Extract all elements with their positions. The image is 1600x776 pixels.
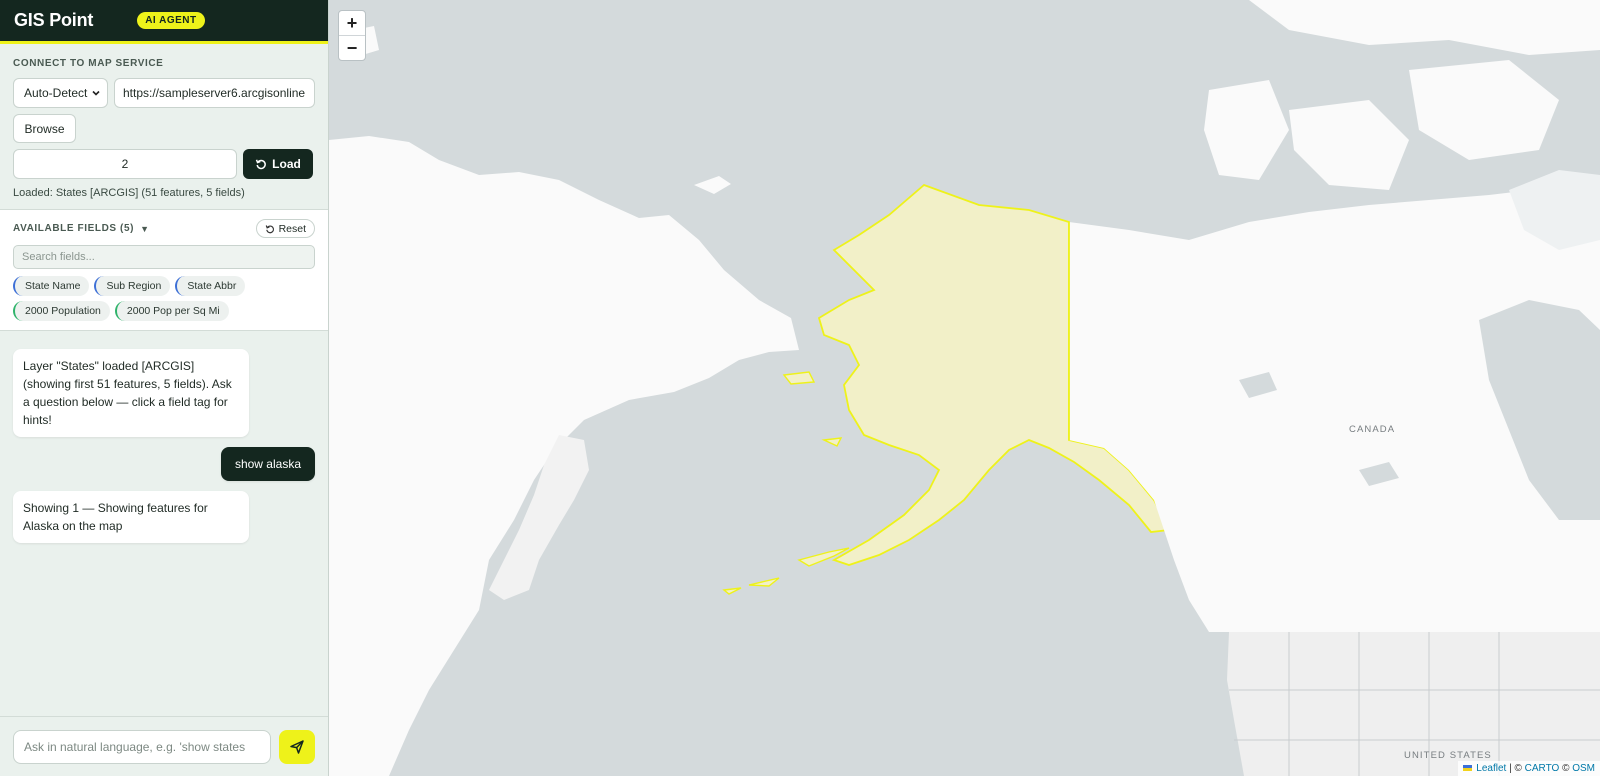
composer: Ask in natural language, e.g. 'show stat… <box>0 716 328 776</box>
field-tag[interactable]: State Name <box>13 276 90 296</box>
copyright-symbol: © <box>1562 763 1570 774</box>
attribution-separator: | <box>1509 763 1512 774</box>
fields-section-label: AVAILABLE FIELDS (5) <box>13 223 135 234</box>
copyright-symbol: © <box>1514 763 1522 774</box>
app-title: GIS Point <box>14 10 94 30</box>
connect-section-label: CONNECT TO MAP SERVICE <box>13 58 164 69</box>
layer-index-input[interactable]: 2 <box>13 149 237 179</box>
reload-icon <box>255 159 267 170</box>
assistant-message: Layer "States" loaded [ARCGIS] (showing … <box>13 349 249 437</box>
service-type-value: Auto-Detect <box>24 86 88 100</box>
fields-section: AVAILABLE FIELDS (5) ▼ Reset Search fiel… <box>0 209 328 331</box>
basemap[interactable] <box>329 0 1600 776</box>
zoom-out-button[interactable]: − <box>339 35 365 60</box>
chat-log: Layer "States" loaded [ARCGIS] (showing … <box>0 331 328 561</box>
load-status: Loaded: States [ARCGIS] (51 features, 5 … <box>13 187 245 199</box>
field-tags: State Name Sub Region State Abbr 2000 Po… <box>13 276 315 321</box>
service-url-input[interactable]: https://sampleserver6.arcgisonline <box>114 78 315 108</box>
field-tag[interactable]: 2000 Population <box>13 301 110 321</box>
send-button[interactable] <box>279 729 315 764</box>
reset-icon <box>265 224 274 233</box>
load-button[interactable]: Load <box>243 149 313 179</box>
app-header: GIS Point AI AGENT <box>0 0 328 44</box>
field-tag[interactable]: 2000 Pop per Sq Mi <box>114 301 229 321</box>
carto-link[interactable]: CARTO <box>1525 763 1560 774</box>
sidebar: GIS Point AI AGENT CONNECT TO MAP SERVIC… <box>0 0 329 776</box>
leaflet-link[interactable]: Leaflet <box>1476 763 1506 774</box>
connect-section: CONNECT TO MAP SERVICE Auto-Detect https… <box>0 44 328 209</box>
reset-button-label: Reset <box>278 222 306 235</box>
field-search-input[interactable]: Search fields... <box>13 245 315 269</box>
ai-agent-badge: AI AGENT <box>137 12 205 29</box>
chevron-down-icon <box>92 90 100 96</box>
service-type-select[interactable]: Auto-Detect <box>13 78 108 108</box>
browse-button[interactable]: Browse <box>13 114 76 143</box>
field-tag[interactable]: Sub Region <box>94 276 171 296</box>
user-message: show alaska <box>220 447 315 481</box>
zoom-control: + − <box>338 10 366 61</box>
map-label-canada: CANADA <box>1349 424 1396 435</box>
reset-button[interactable]: Reset <box>255 219 315 238</box>
map-label-united-states: UNITED STATES <box>1404 750 1492 761</box>
send-icon <box>290 739 304 754</box>
zoom-in-button[interactable]: + <box>339 11 365 35</box>
question-input[interactable]: Ask in natural language, e.g. 'show stat… <box>13 729 271 764</box>
collapse-toggle-icon[interactable]: ▼ <box>140 224 149 234</box>
ukraine-flag-icon <box>1462 765 1472 771</box>
map-view[interactable]: + − CANADA UNITED STATES Leaflet | © CAR… <box>329 0 1600 776</box>
load-button-label: Load <box>272 157 301 171</box>
assistant-message: Showing 1 — Showing features for Alaska … <box>13 491 249 543</box>
osm-link[interactable]: OSM <box>1572 763 1595 774</box>
map-attribution: Leaflet | © CARTO © OSM <box>1457 761 1600 776</box>
field-tag[interactable]: State Abbr <box>175 276 246 296</box>
